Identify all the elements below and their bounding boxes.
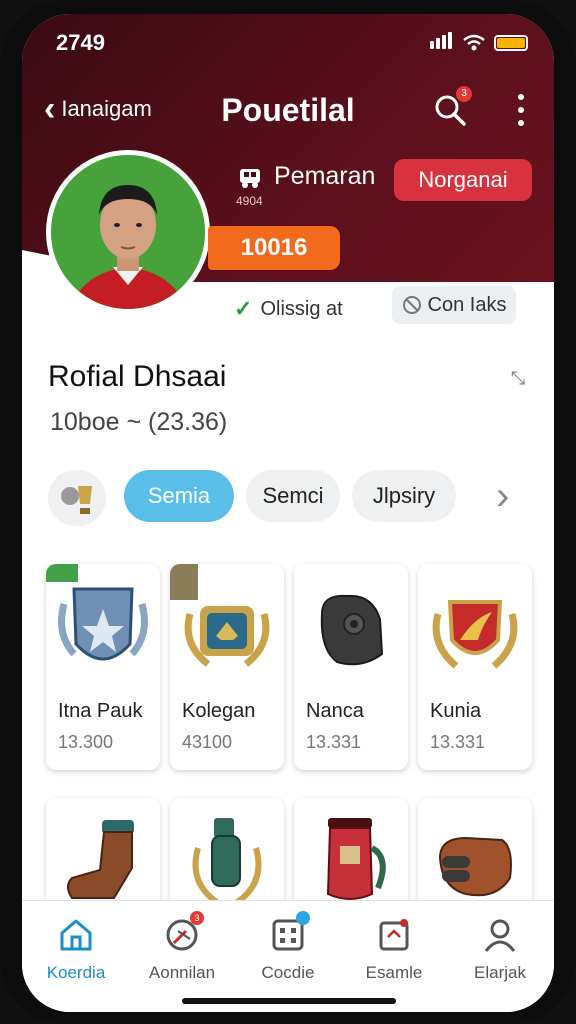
item-card[interactable]: Kunia 13.331 [418,564,532,770]
home-icon [60,919,92,951]
nav-dot [296,911,310,925]
app-screen: 2749 ‹ Ianaigam Pouetilal 3 Pemaran 4904… [22,14,554,1012]
nav-item-bag[interactable]: Esamle [344,915,444,983]
item-value: 13.331 [306,732,362,752]
team-icon [240,168,260,188]
trophy-icon [61,486,92,514]
battery-icon [494,35,528,51]
nav-label: Aonnilan [148,963,216,982]
wifi-icon [463,34,485,51]
shield-icon [58,587,148,661]
nav-item-home[interactable]: Koerdia [26,915,126,983]
nav-item-grid[interactable]: Cocdie [238,911,338,983]
filter-chips: Semia Semci Jlpsiry › [48,470,528,526]
item-value: 13.300 [58,732,114,752]
item-name: Nanca [306,700,364,722]
avatar-portrait [51,155,205,309]
profile-name-row: Pemaran [236,162,375,191]
boot-icon [67,820,134,899]
filter-chip[interactable]: Semci [246,470,340,522]
nav-label: Cocdie [261,963,315,982]
crest-icon [184,606,270,667]
emblem-icon [432,600,518,669]
status-time: 2749 [56,30,105,55]
expand-icon[interactable]: ⤡ [508,368,528,410]
top-bar: ‹ Ianaigam Pouetilal 3 [22,84,554,134]
contact-label: Con Iaks [427,293,507,316]
home-indicator[interactable] [182,998,396,1004]
search-button[interactable]: 3 [432,86,472,128]
avatar[interactable] [46,150,210,314]
status-icons [430,32,528,54]
gauntlet-icon [438,836,512,897]
follow-button[interactable]: Norganai [394,159,532,201]
canister-icon [326,818,386,900]
section-title: Rofial Dhsaai [48,360,227,393]
block-icon [402,296,421,314]
phone-frame: 2749 ‹ Ianaigam Pouetilal 3 Pemaran 4904… [0,0,576,1024]
glove-icon [320,594,384,666]
item-value: 13.331 [430,732,486,752]
nav-label: Koerdia [46,963,106,982]
item-card[interactable]: Itna Pauk 13.300 [46,564,160,770]
nav-label: Elarjak [474,963,526,982]
more-options-icon[interactable] [516,94,526,126]
item-card[interactable]: Nanca 13.331 [294,564,408,770]
section-subtitle: 10boe ~ (23.36) [50,408,228,436]
item-name: Itna Pauk [58,700,143,722]
status-bar: 2749 [22,24,554,60]
level-badge: 10016 [208,226,340,270]
profile-id: 4904 [236,194,263,208]
potion-icon [192,818,262,906]
notification-badge: 3 [456,86,472,102]
bag-icon [379,919,409,951]
chevron-right-icon[interactable]: › [496,476,526,518]
page-title: Pouetilal [221,92,355,128]
item-name: Kolegan [182,700,256,722]
item-value: 43100 [182,732,233,752]
signal-icon [430,32,454,54]
profile-name: Pemaran [274,162,376,190]
verified-text: Olissig at [260,297,343,320]
contact-button[interactable]: Con Iaks [392,286,516,324]
nav-label: Esamle [365,963,423,982]
nav-badge: 3 [190,911,204,925]
filter-category-icon[interactable] [48,470,106,526]
verified-status: ✓ Olissig at [234,296,343,322]
bottom-nav: Koerdia 3 Aonnilan Cocdie Esamle Elarjak [22,900,554,1012]
item-name: Kunia [430,700,482,722]
nav-item-activity[interactable]: 3 Aonnilan [132,911,232,983]
item-card[interactable]: Kolegan 43100 [170,564,284,770]
checkmark-icon: ✓ [234,296,253,321]
nav-item-profile[interactable]: Elarjak [450,915,550,983]
filter-chip-active[interactable]: Semia [124,470,234,522]
user-icon [484,919,516,952]
filter-chip[interactable]: Jlpsiry [352,470,456,522]
